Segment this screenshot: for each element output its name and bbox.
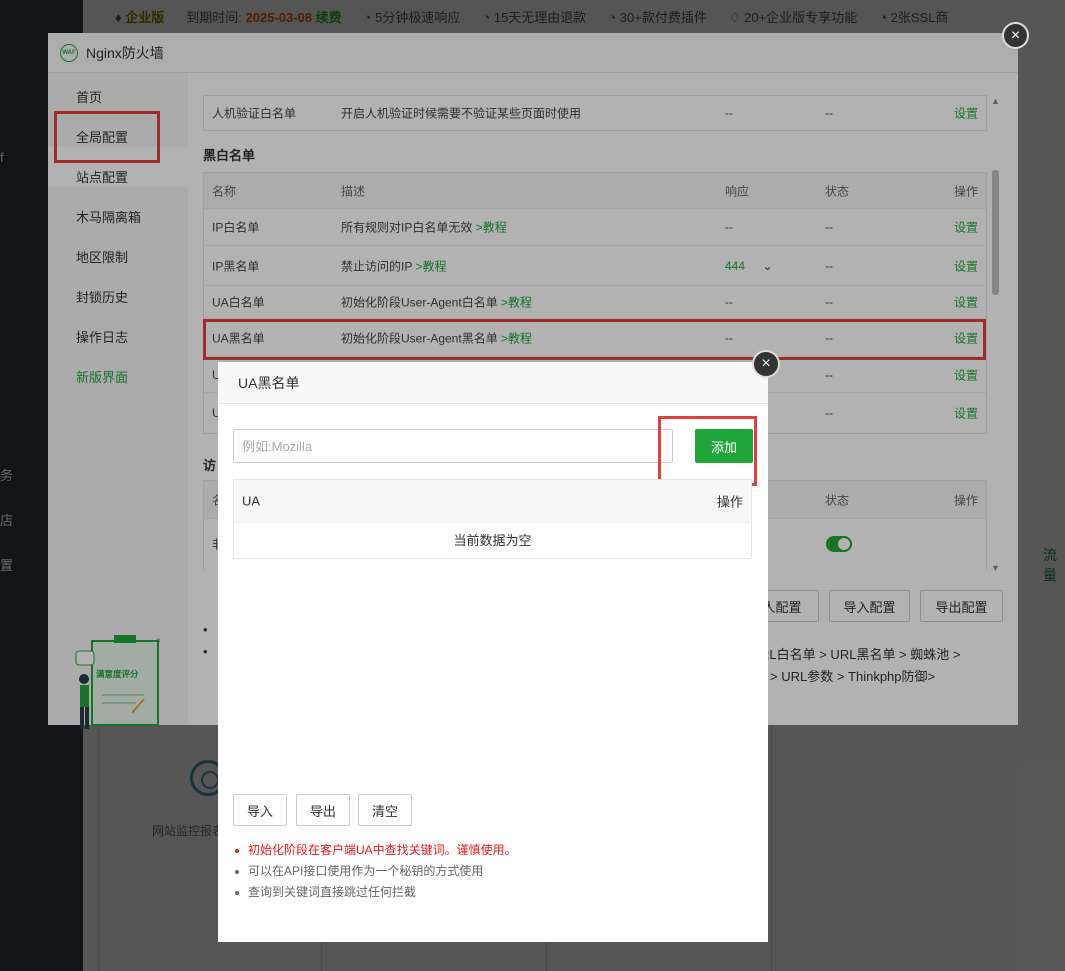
clear-button[interactable]: 清空 — [358, 794, 412, 826]
sidebar-fragment: 店 — [0, 513, 14, 528]
settings-link[interactable]: 设置 — [954, 294, 978, 311]
expire-info: 到期时间: 2025-03-08 续费 — [186, 10, 342, 25]
table-header-row: 名称 描述 响应 状态 操作 — [204, 173, 986, 209]
enterprise-badge: ♦ 企业版 — [115, 10, 165, 25]
illustration-label: 满意度评分 — [96, 669, 139, 679]
import-config-button[interactable]: 导入配置 — [829, 590, 910, 622]
modal-header: WAF Nginx防火墙 — [48, 33, 1018, 73]
dialog-header: UA黑名单 — [218, 362, 768, 404]
renew-link[interactable]: 续费 — [316, 10, 342, 25]
protection-chain-line1: RL白名单 > URL黑名单 > 蜘蛛池 > — [760, 647, 961, 662]
sidebar-item-region-limit[interactable]: 地区限制 — [76, 247, 128, 266]
scrollbar[interactable] — [990, 95, 1004, 575]
satisfaction-illustration[interactable]: × 满意度评分 — [74, 633, 164, 733]
sidebar-item-operation-log[interactable]: 操作日志 — [76, 327, 128, 346]
feature-item: ♢ 20+企业版专享功能 — [728, 10, 858, 25]
settings-link[interactable]: 设置 — [954, 257, 978, 274]
illustration-close-icon: × — [156, 636, 161, 645]
feature-item: ◔ 2张SSL商 — [879, 10, 949, 25]
ua-table: UA 操作 当前数据为空 — [233, 479, 752, 559]
dialog-title: UA黑名单 — [238, 374, 300, 391]
feature-item: ◔ 5分钟极速响应 — [363, 10, 461, 25]
highlight-box — [203, 319, 986, 360]
waf-sidebar: 首页 全局配置 站点配置 木马隔离箱 地区限制 封锁历史 操作日志 新版界面 ×… — [48, 73, 188, 729]
bullet-icon: • — [203, 622, 208, 637]
dialog-close-icon[interactable]: × — [752, 350, 780, 378]
settings-link[interactable]: 设置 — [954, 105, 978, 122]
export-button[interactable]: 导出 — [296, 794, 350, 826]
scroll-up-icon[interactable]: ▲ — [991, 96, 1000, 106]
settings-link[interactable]: 设置 — [954, 366, 978, 383]
modal-title: Nginx防火墙 — [86, 44, 164, 61]
note-item: 可以在API接口使用作为一个秘钥的方式使用 — [233, 861, 517, 882]
sidebar-fragment: 置 — [0, 558, 14, 573]
ua-blacklist-dialog: UA黑名单 添加 UA 操作 当前数据为空 导入 导出 清空 初始化阶段在客户端… — [218, 362, 768, 942]
note-item: 初始化阶段在客户端UA中查找关键词。谨慎使用。 — [233, 840, 517, 861]
settings-link[interactable]: 设置 — [954, 405, 978, 422]
promo-bar: ♦ 企业版 到期时间: 2025-03-08 续费 ◔ 5分钟极速响应 ◔ 15… — [83, 0, 1065, 33]
empty-state: 当前数据为空 — [234, 522, 751, 558]
diamond-icon: ♦ — [115, 10, 122, 25]
waf-logo-icon: WAF — [60, 43, 78, 62]
tutorial-link[interactable]: >教程 — [501, 296, 532, 310]
highlight-box — [54, 111, 160, 163]
table-row: IP黑名单 禁止访问的IP >教程 444 ⌄ -- 设置 — [204, 246, 986, 286]
ua-column-header: UA — [242, 493, 261, 509]
status-toggle[interactable] — [826, 536, 852, 552]
table-row: UA白名单 初始化阶段User-Agent白名单 >教程 -- -- 设置 — [204, 286, 986, 319]
tutorial-link[interactable]: >教程 — [476, 221, 507, 235]
highlight-box — [658, 416, 757, 486]
sidebar-item-new-ui[interactable]: 新版界面 — [76, 367, 128, 386]
sidebar-item-home[interactable]: 首页 — [76, 87, 102, 106]
scroll-down-icon[interactable]: ▼ — [991, 563, 1000, 573]
tutorial-link[interactable]: >教程 — [415, 259, 446, 273]
settings-link[interactable]: 设置 — [954, 219, 978, 236]
import-button[interactable]: 导入 — [233, 794, 287, 826]
traffic-tab[interactable]: 流量 — [1043, 545, 1065, 585]
protection-chain-line2: > URL参数 > Thinkphp防御> — [770, 669, 936, 684]
table-header-row: UA 操作 — [234, 480, 751, 522]
sidebar-fragment: 务 — [0, 468, 14, 483]
section-title-access: 访 — [203, 458, 217, 473]
expire-date: 2025-03-08 — [245, 10, 313, 25]
note-item: 查询到关键词直接跳过任何拦截 — [233, 882, 517, 903]
help-notes: 初始化阶段在客户端UA中查找关键词。谨慎使用。 可以在API接口使用作为一个秘钥… — [233, 840, 517, 903]
monitor-label: 网站监控报表 — [152, 824, 225, 838]
captcha-whitelist-table: 人机验证白名单 开启人机验证时候需要不验证某些页面时使用 -- -- 设置 — [203, 95, 987, 131]
table-row: 人机验证白名单 开启人机验证时候需要不验证某些页面时使用 -- -- 设置 — [212, 105, 978, 122]
sidebar-item-site-config[interactable]: 站点配置 — [76, 167, 128, 186]
sidebar-fragment: f — [0, 150, 4, 165]
section-title-blackwhite: 黑白名单 — [203, 148, 256, 163]
chevron-down-icon: ⌄ — [762, 258, 773, 273]
ua-input[interactable] — [233, 429, 673, 463]
scrollbar-thumb[interactable] — [992, 170, 999, 295]
export-config-button[interactable]: 导出配置 — [920, 590, 1003, 622]
response-select[interactable]: 444 ⌄ — [725, 259, 772, 273]
feature-item: ◔ 30+款付费插件 — [608, 10, 707, 25]
divider — [771, 725, 772, 971]
sidebar-item-trojan-quarantine[interactable]: 木马隔离箱 — [76, 207, 141, 226]
feature-item: ◔ 15天无理由退款 — [482, 10, 587, 25]
sidebar-item-block-history[interactable]: 封锁历史 — [76, 287, 128, 306]
table-row: IP白名单 所有规则对IP白名单无效 >教程 -- -- 设置 — [204, 209, 986, 246]
bullet-icon: • — [203, 644, 208, 659]
op-column-header: 操作 — [716, 494, 743, 510]
close-icon[interactable]: × — [1002, 22, 1029, 49]
